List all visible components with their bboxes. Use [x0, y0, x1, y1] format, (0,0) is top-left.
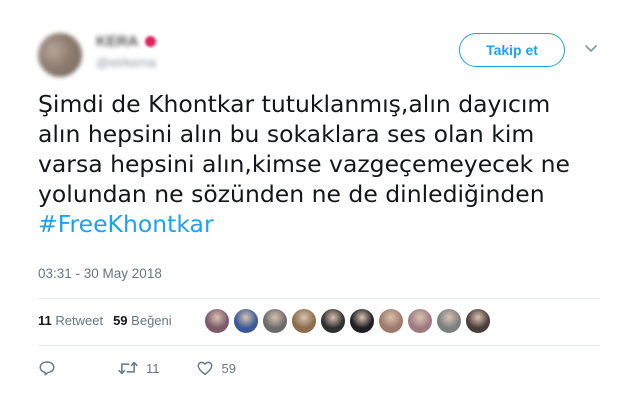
tweet-stats: 11 Retweet 59 Beğeni — [38, 313, 172, 328]
divider — [38, 298, 600, 299]
tweet-line: varsa hepsini alın,kimse vazgeçemeyecek … — [38, 150, 570, 178]
liker-avatar[interactable] — [436, 308, 462, 334]
liker-avatar[interactable] — [465, 308, 491, 334]
user-name-line[interactable]: KERA — [96, 33, 156, 50]
like-stat[interactable]: 59 Beğeni — [113, 313, 172, 328]
badge-icon — [144, 36, 156, 47]
heart-icon — [197, 361, 212, 376]
avatar[interactable] — [38, 33, 82, 77]
retweet-count: 11 — [38, 313, 52, 328]
like-count: 59 — [113, 313, 128, 328]
liker-avatar[interactable] — [349, 308, 375, 334]
like-button[interactable]: 59 — [196, 359, 236, 377]
liker-avatar[interactable] — [204, 308, 230, 334]
like-label: Beğeni — [131, 313, 172, 328]
liker-avatar[interactable] — [262, 308, 288, 334]
user-handle[interactable]: @eirkerna — [96, 55, 156, 70]
liker-avatar[interactable] — [407, 308, 433, 334]
retweet-stat[interactable]: 11 Retweet — [38, 313, 103, 328]
tweet-line: yolundan ne sözünden ne de dinlediğinden — [38, 180, 545, 208]
reply-button[interactable] — [38, 359, 56, 377]
liker-avatar[interactable] — [320, 308, 346, 334]
user-name[interactable]: KERA — [96, 33, 139, 50]
liker-avatar[interactable] — [378, 308, 404, 334]
hashtag-link[interactable]: #FreeKhontkar — [38, 210, 214, 238]
retweet-action-count: 11 — [146, 360, 160, 376]
liker-avatars — [204, 308, 491, 334]
reply-icon — [39, 361, 55, 376]
liker-avatar[interactable] — [291, 308, 317, 334]
tweet-line: Şimdi de Khontkar tutuklanmış,alın dayıc… — [38, 90, 551, 118]
tweet-text: Şimdi de Khontkar tutuklanmış,alın dayıc… — [38, 89, 598, 239]
retweet-icon — [118, 361, 138, 375]
follow-button[interactable]: Takip et — [459, 33, 565, 67]
chevron-down-icon[interactable] — [584, 44, 598, 54]
like-action-count: 59 — [221, 360, 236, 376]
tweet-line: alın hepsini alın bu sokaklara ses olan … — [38, 120, 535, 148]
retweet-label: Retweet — [55, 313, 104, 328]
tweet-timestamp[interactable]: 03:31 - 30 May 2018 — [38, 266, 162, 281]
tweet-actions: 11 59 — [38, 359, 236, 377]
retweet-button[interactable]: 11 — [118, 359, 160, 377]
divider — [38, 345, 600, 346]
liker-avatar[interactable] — [233, 308, 259, 334]
